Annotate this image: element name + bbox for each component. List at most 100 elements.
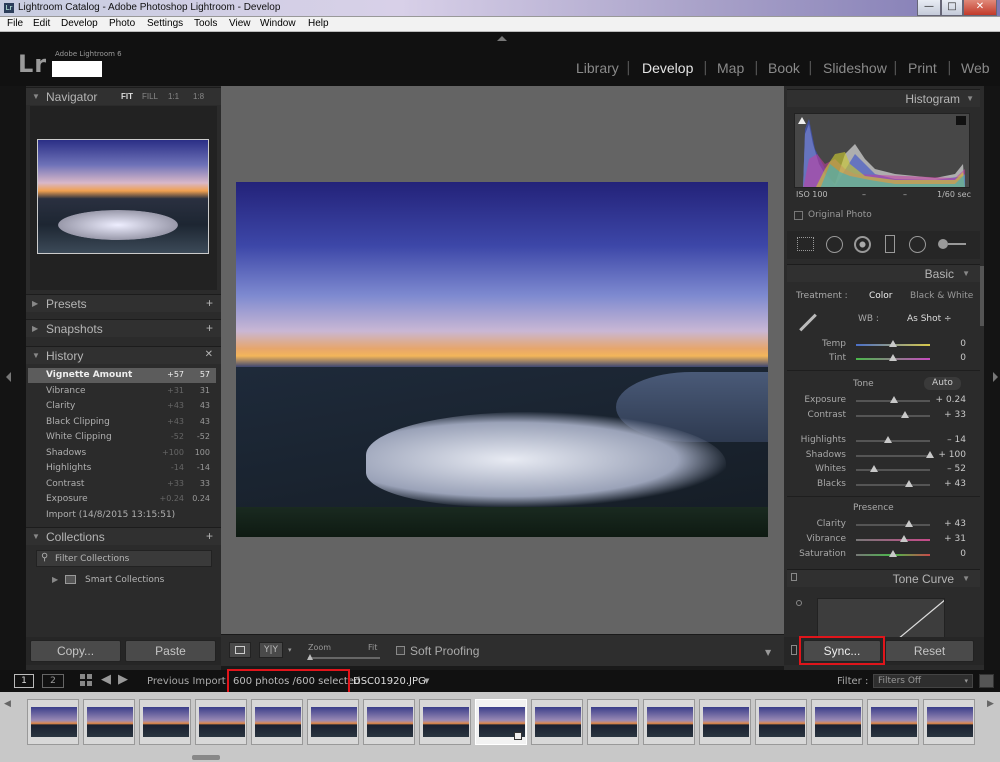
collapse-triangle-icon[interactable]: ▼ [966,94,974,103]
auto-sync-switch[interactable] [791,645,797,655]
before-after-button[interactable]: Y|Y [259,642,283,658]
secondary-window-button[interactable]: 2 [42,674,64,688]
blacks-slider[interactable]: Blacks + 43 [790,478,980,492]
treatment-color-option[interactable]: Color [869,291,893,301]
slider-knob[interactable] [900,535,909,542]
slider-track[interactable] [856,524,930,526]
highlights-slider[interactable]: Highlights – 14 [790,434,980,448]
histogram-graph[interactable] [794,113,970,188]
slider-value[interactable]: + 43 [944,519,966,529]
whites-slider[interactable]: Whites – 52 [790,463,980,477]
snapshots-header[interactable]: ▶ Snapshots + [26,319,221,337]
slider-value[interactable]: – 14 [947,435,966,445]
highlight-clipping-icon[interactable] [956,116,966,125]
crop-tool-icon[interactable] [797,237,814,251]
menu-edit[interactable]: Edit [33,18,50,29]
reset-button[interactable]: Reset [885,640,974,662]
filmstrip-thumbnail[interactable] [363,699,415,745]
shadow-clipping-icon[interactable] [798,117,806,124]
collapse-triangle-icon[interactable]: ▼ [32,92,40,101]
history-item[interactable]: Exposure +0.24 0.24 [28,492,216,507]
toolbar-menu-icon[interactable]: ▼ [765,648,771,657]
history-item[interactable]: Black Clipping +43 43 [28,415,216,430]
navigator-thumbnail[interactable] [37,139,209,254]
slider-knob[interactable] [904,520,913,527]
filmstrip-thumbnail[interactable] [699,699,751,745]
back-arrow-icon[interactable]: ◀ [101,672,111,687]
treatment-bw-option[interactable]: Black & White [910,291,973,301]
filmstrip-thumbnail[interactable] [811,699,863,745]
module-library[interactable]: Library [576,60,619,76]
grid-view-icon[interactable] [80,674,92,686]
slider-value[interactable]: + 31 [944,534,966,544]
menu-file[interactable]: File [7,18,23,29]
slider-value[interactable]: + 0.24 [936,395,966,405]
slider-knob[interactable] [889,550,897,557]
slider-value[interactable]: – 52 [947,464,966,474]
chevron-down-icon[interactable]: ▼ [424,677,429,685]
filmstrip-thumbnail[interactable] [83,699,135,745]
filmstrip-thumbnail[interactable] [307,699,359,745]
menu-view[interactable]: View [229,18,251,29]
collapse-top-panel-icon[interactable] [497,36,507,41]
history-item[interactable]: Import (14/8/2015 13:15:51) [28,508,216,523]
collapse-triangle-icon[interactable]: ▼ [32,351,40,360]
red-eye-icon[interactable] [854,236,871,253]
slider-knob[interactable] [883,436,892,443]
tone-curve-graph[interactable] [817,598,945,638]
add-snapshot-icon[interactable]: + [206,321,213,335]
menu-settings[interactable]: Settings [147,18,183,29]
zoom-fit[interactable]: FIT [121,92,133,101]
main-photo[interactable] [236,182,768,537]
slider-knob[interactable] [904,480,913,487]
filmstrip-thumbnail[interactable] [195,699,247,745]
slider-value[interactable]: 0 [960,549,966,559]
panel-switch-icon[interactable] [791,573,797,581]
collapse-triangle-icon[interactable]: ▼ [32,532,40,541]
menu-tools[interactable]: Tools [194,18,217,29]
zoom-fill[interactable]: FILL [142,92,158,101]
history-header[interactable]: ▼ History ✕ [26,346,221,364]
contrast-slider[interactable]: Contrast + 33 [790,409,980,423]
filter-dropdown[interactable]: Filters Off ▾ [873,674,973,688]
history-item[interactable]: Contrast +33 33 [28,477,216,492]
loupe-view-button[interactable] [229,642,251,658]
module-web[interactable]: Web [961,60,990,76]
exposure-slider[interactable]: Exposure + 0.24 [790,394,980,408]
white-balance-eyedropper-icon[interactable] [795,310,821,336]
module-book[interactable]: Book [768,60,800,76]
slider-track[interactable] [856,539,930,541]
temp-slider[interactable]: Temp 0 [790,338,980,352]
source-label[interactable]: Previous Import [147,676,226,687]
history-item[interactable]: Shadows +100 100 [28,446,216,461]
slider-knob[interactable] [900,411,909,418]
filmstrip-thumbnail[interactable] [587,699,639,745]
saturation-slider[interactable]: Saturation 0 [790,548,980,562]
slider-value[interactable]: + 100 [938,450,966,460]
expand-triangle-icon[interactable]: ▶ [52,575,58,584]
menu-help[interactable]: Help [308,18,329,29]
menu-photo[interactable]: Photo [109,18,135,29]
add-collection-icon[interactable]: + [206,529,213,543]
filmstrip-thumbnail[interactable] [251,699,303,745]
zoom-1-8[interactable]: 1:8 [193,92,204,101]
forward-arrow-icon[interactable]: ▶ [118,672,128,687]
module-map[interactable]: Map [717,60,744,76]
slider-track[interactable] [856,415,930,417]
expand-triangle-icon[interactable]: ▶ [32,324,38,333]
soft-proofing-checkbox[interactable] [396,646,405,655]
slider-value[interactable]: + 43 [944,479,966,489]
slider-value[interactable]: 0 [960,339,966,349]
slider-track[interactable] [856,455,930,457]
history-item[interactable]: White Clipping -52 -52 [28,430,216,445]
scroll-left-icon[interactable]: ◀ [4,699,11,709]
filmstrip-scrollbar[interactable] [192,755,220,760]
slider-value[interactable]: 0 [960,353,966,363]
zoom-slider-knob[interactable] [307,654,313,660]
original-photo-checkbox[interactable] [794,211,803,220]
history-item[interactable]: Clarity +43 43 [28,399,216,414]
vibrance-slider[interactable]: Vibrance + 31 [790,533,980,547]
menu-develop[interactable]: Develop [61,18,98,29]
filmstrip-thumbnail[interactable] [139,699,191,745]
slider-knob[interactable] [889,354,897,361]
